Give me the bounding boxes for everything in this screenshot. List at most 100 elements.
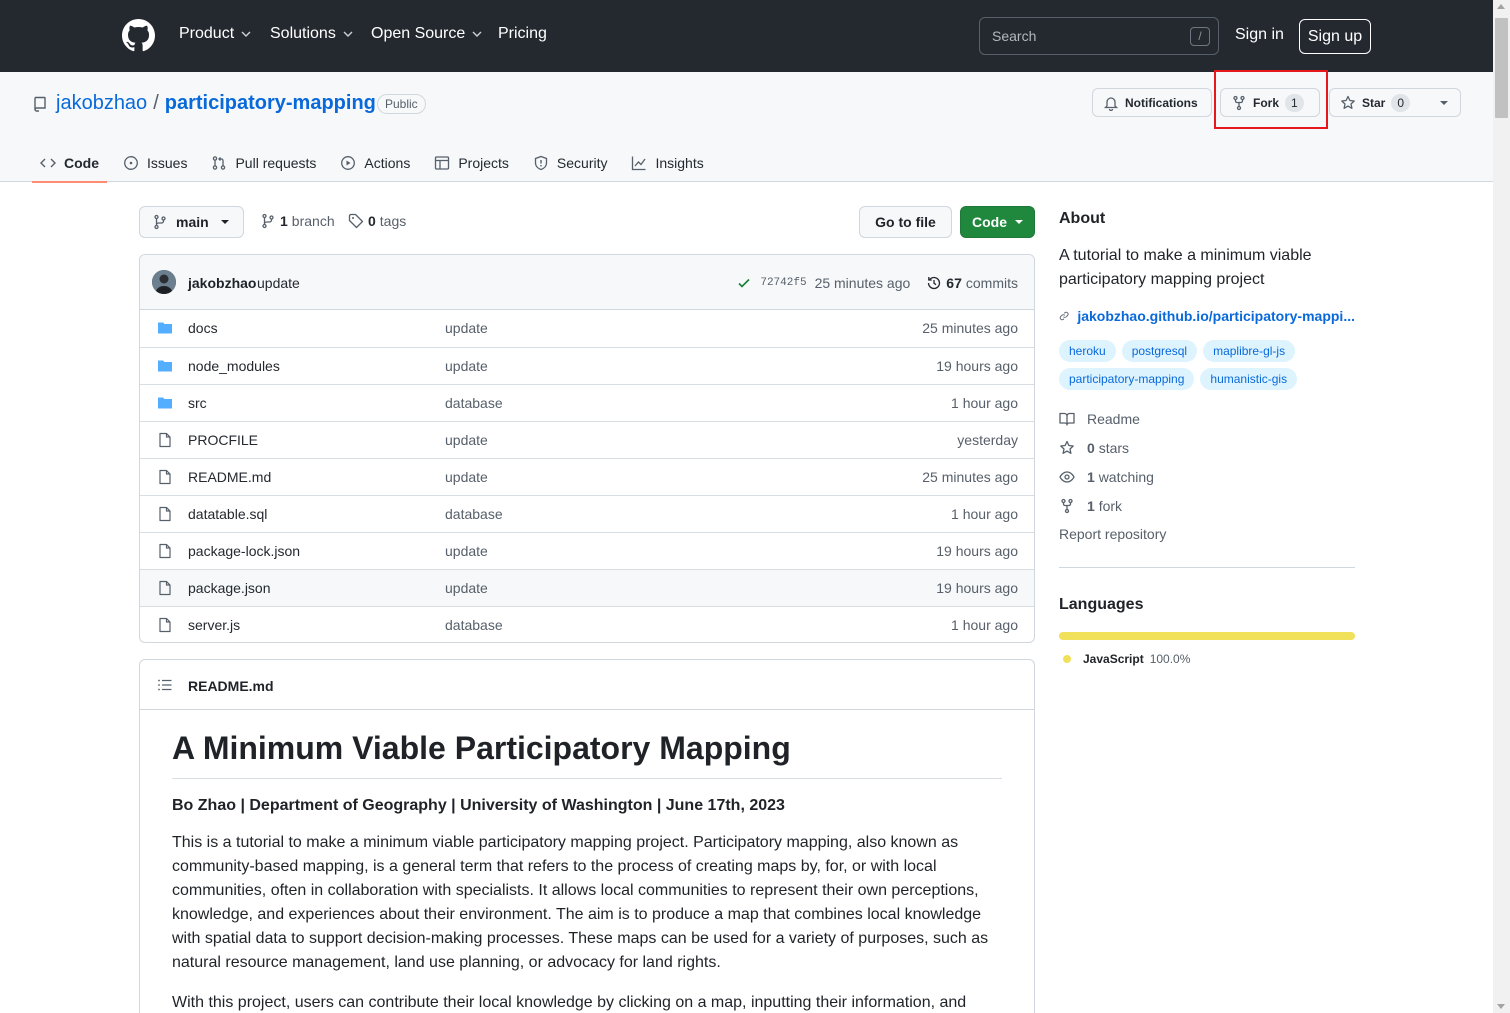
watching-word: watching bbox=[1098, 468, 1154, 485]
language-item[interactable]: JavaScript 100.0% bbox=[1059, 652, 1355, 666]
file-name-link[interactable]: README.md bbox=[188, 469, 271, 485]
file-commit-message-link[interactable]: database bbox=[445, 617, 503, 633]
topic-tag[interactable]: postgresql bbox=[1121, 340, 1198, 362]
search-input[interactable]: Search / bbox=[979, 17, 1219, 55]
commits-history-link[interactable]: 67 commits bbox=[926, 275, 1018, 291]
forks-link[interactable]: 1 fork bbox=[1059, 497, 1355, 514]
star-icon bbox=[1060, 440, 1074, 454]
topic-tag[interactable]: participatory-mapping bbox=[1059, 368, 1195, 390]
notifications-button[interactable]: Notifications bbox=[1092, 88, 1212, 117]
branch-name: main bbox=[176, 214, 209, 230]
nav-product[interactable]: Product bbox=[179, 25, 252, 43]
commit-message-link[interactable]: update bbox=[257, 275, 300, 291]
tab-actions[interactable]: Actions bbox=[332, 144, 418, 182]
tab-pull-requests[interactable]: Pull requests bbox=[203, 144, 324, 182]
file-name-link[interactable]: server.js bbox=[188, 617, 240, 633]
branch-selector[interactable]: main bbox=[139, 206, 244, 238]
folder-icon bbox=[157, 358, 173, 374]
file-commit-message-link[interactable]: database bbox=[445, 506, 503, 522]
file-icon bbox=[157, 506, 173, 522]
readme-link-label: Readme bbox=[1087, 410, 1140, 427]
repo-owner-link[interactable]: jakobzhao bbox=[56, 92, 147, 115]
file-commit-message-link[interactable]: update bbox=[445, 432, 488, 448]
file-row[interactable]: datatable.sql database 1 hour ago bbox=[140, 495, 1034, 532]
repo-name-link[interactable]: participatory-mapping bbox=[165, 92, 376, 115]
watching-count: 1 bbox=[1087, 468, 1095, 485]
nav-open-source[interactable]: Open Source bbox=[371, 25, 483, 43]
readme-filename[interactable]: README.md bbox=[188, 678, 274, 694]
file-commit-message-link[interactable]: update bbox=[445, 543, 488, 559]
sign-in-link[interactable]: Sign in bbox=[1235, 26, 1284, 44]
commit-sha-link[interactable]: 72742f5 bbox=[760, 277, 806, 289]
fork-count: 1 bbox=[1087, 497, 1095, 514]
topic-tag[interactable]: heroku bbox=[1059, 340, 1116, 362]
github-logo-icon[interactable] bbox=[122, 19, 155, 52]
shield-icon bbox=[534, 155, 548, 171]
star-button[interactable]: Star 0 bbox=[1329, 88, 1429, 117]
list-unordered-icon[interactable] bbox=[157, 677, 173, 693]
file-name-link[interactable]: src bbox=[188, 395, 207, 411]
branch-count: 1 bbox=[280, 213, 288, 229]
stars-link[interactable]: 0 stars bbox=[1059, 439, 1355, 456]
check-icon[interactable] bbox=[736, 275, 752, 291]
tab-code[interactable]: Code bbox=[32, 144, 107, 183]
file-row[interactable]: server.js database 1 hour ago bbox=[140, 606, 1034, 642]
file-commit-message-link[interactable]: update bbox=[445, 469, 488, 485]
code-button[interactable]: Code bbox=[960, 206, 1035, 238]
commit-author-link[interactable]: jakobzhao bbox=[188, 275, 256, 291]
chevron-down-icon bbox=[343, 31, 353, 37]
file-row[interactable]: src database 1 hour ago bbox=[140, 384, 1034, 421]
scroll-down-arrow-icon[interactable] bbox=[1497, 1004, 1505, 1009]
nav-solutions[interactable]: Solutions bbox=[270, 25, 354, 43]
file-commit-message-link[interactable]: database bbox=[445, 395, 503, 411]
tab-projects[interactable]: Projects bbox=[426, 144, 517, 182]
avatar[interactable] bbox=[152, 270, 176, 294]
file-name-link[interactable]: package.json bbox=[188, 580, 271, 596]
topic-tag[interactable]: humanistic-gis bbox=[1200, 368, 1298, 390]
latest-commit-bar: jakobzhao update 72742f5 25 minutes ago … bbox=[140, 255, 1034, 310]
nav-pricing[interactable]: Pricing bbox=[498, 25, 547, 43]
file-commit-message-link[interactable]: update bbox=[445, 358, 488, 374]
file-name-link[interactable]: datatable.sql bbox=[188, 506, 267, 522]
scroll-up-arrow-icon[interactable] bbox=[1497, 4, 1505, 9]
tags-link[interactable]: 0 tags bbox=[348, 213, 406, 229]
tab-issues[interactable]: Issues bbox=[115, 144, 195, 182]
file-name-link[interactable]: PROCFILE bbox=[188, 432, 258, 448]
tab-security[interactable]: Security bbox=[525, 144, 616, 182]
file-row[interactable]: PROCFILE update yesterday bbox=[140, 421, 1034, 458]
tab-insights[interactable]: Insights bbox=[623, 144, 711, 182]
star-list-dropdown[interactable] bbox=[1428, 88, 1461, 117]
scrollbar-thumb[interactable] bbox=[1495, 18, 1508, 118]
global-header: Product Solutions Open Source Pricing Se… bbox=[0, 0, 1493, 72]
nav-open-source-label: Open Source bbox=[371, 25, 466, 42]
file-row[interactable]: package-lock.json update 19 hours ago bbox=[140, 532, 1034, 569]
file-name-link[interactable]: node_modules bbox=[188, 358, 280, 374]
file-row[interactable]: node_modules update 19 hours ago bbox=[140, 347, 1034, 384]
sign-up-button[interactable]: Sign up bbox=[1299, 19, 1371, 54]
report-repository-link[interactable]: Report repository bbox=[1059, 526, 1355, 542]
file-row[interactable]: package.json update 19 hours ago bbox=[140, 569, 1034, 606]
file-name-link[interactable]: package-lock.json bbox=[188, 543, 300, 559]
branches-link[interactable]: 1 branch bbox=[260, 213, 335, 229]
watchers-link[interactable]: 1 watching bbox=[1059, 468, 1355, 485]
about-sidebar: About A tutorial to make a minimum viabl… bbox=[1059, 206, 1355, 666]
file-commit-message-link[interactable]: update bbox=[445, 320, 488, 336]
file-row[interactable]: docs update 25 minutes ago bbox=[140, 310, 1034, 347]
readme-paragraph: This is a tutorial to make a minimum via… bbox=[172, 834, 989, 971]
file-commit-message-link[interactable]: update bbox=[445, 580, 488, 596]
nav-pricing-label: Pricing bbox=[498, 25, 547, 42]
repo-icon bbox=[34, 96, 46, 112]
file-name-link[interactable]: docs bbox=[188, 320, 218, 336]
readme-content: A Minimum Viable Participatory Mapping B… bbox=[172, 728, 1002, 1013]
avatar-image bbox=[152, 270, 176, 294]
homepage-link[interactable]: jakobzhao.github.io/participatory-mappi.… bbox=[1059, 308, 1355, 324]
page-scrollbar[interactable] bbox=[1493, 0, 1510, 1013]
go-to-file-button[interactable]: Go to file bbox=[859, 206, 952, 238]
nav-product-label: Product bbox=[179, 25, 235, 42]
topic-tag[interactable]: maplibre-gl-js bbox=[1203, 340, 1296, 362]
readme-link[interactable]: Readme bbox=[1059, 410, 1355, 427]
file-row[interactable]: README.md update 25 minutes ago bbox=[140, 458, 1034, 495]
folder-icon bbox=[157, 395, 173, 411]
branch-icon bbox=[154, 214, 166, 230]
repo-title-separator: / bbox=[153, 92, 159, 114]
